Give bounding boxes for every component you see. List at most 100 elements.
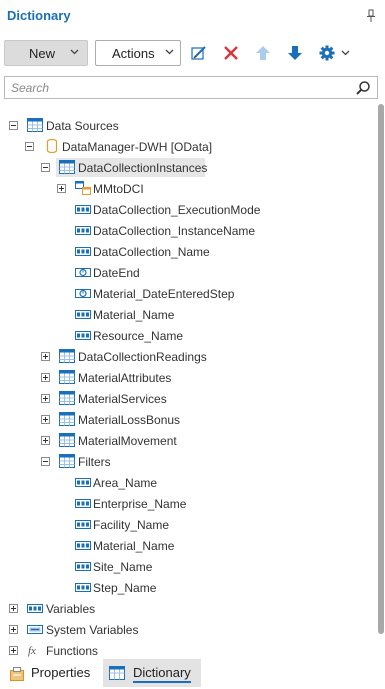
scrollbar-thumb[interactable] — [378, 104, 384, 634]
expand-toggle[interactable] — [41, 394, 50, 403]
tree-item-field[interactable]: DataCollection_Name — [0, 241, 372, 261]
tree-item-field[interactable]: Material_Name — [0, 304, 372, 324]
tree-item-label: Material_Name — [93, 308, 175, 322]
tab-properties-label: Properties — [31, 665, 91, 680]
actions-button[interactable]: Actions — [95, 40, 181, 66]
tab-properties[interactable]: Properties — [4, 659, 98, 687]
properties-icon — [10, 667, 24, 681]
tree-item-label: MaterialAttributes — [78, 371, 172, 385]
collapse-toggle[interactable] — [41, 457, 50, 466]
gear-icon[interactable] — [318, 44, 336, 62]
string-field-icon — [75, 541, 91, 550]
tree-item-label: Facility_Name — [93, 518, 170, 532]
datetime-field-icon — [75, 289, 91, 298]
string-field-icon — [75, 583, 91, 592]
tree-item-label: DataCollection_Name — [93, 245, 210, 259]
actions-button-label: Actions — [112, 46, 155, 61]
arrow-down-icon[interactable] — [286, 44, 304, 62]
tree-item-label: System Variables — [46, 623, 139, 637]
chevron-down-icon — [165, 49, 174, 55]
tree-item-material-attributes[interactable]: MaterialAttributes — [0, 367, 372, 387]
tree-scrollbar[interactable] — [377, 104, 385, 656]
tree-item-field[interactable]: Material_Name — [0, 535, 372, 555]
table-icon — [59, 370, 75, 384]
tree-item-label: MaterialLossBonus — [78, 413, 181, 427]
string-field-icon — [75, 478, 91, 487]
tree-item-label: Site_Name — [93, 560, 153, 574]
arrow-up-icon[interactable] — [254, 44, 272, 62]
delete-icon[interactable] — [222, 44, 240, 62]
table-icon — [59, 160, 75, 174]
tree-item-field[interactable]: Area_Name — [0, 472, 372, 492]
search-input[interactable] — [5, 77, 345, 98]
expand-toggle[interactable] — [41, 373, 50, 382]
function-icon: fx — [28, 645, 36, 657]
string-field-icon — [75, 562, 91, 571]
expand-toggle[interactable] — [9, 625, 18, 634]
expand-toggle[interactable] — [41, 415, 50, 424]
tree-item-label: Enterprise_Name — [93, 497, 187, 511]
tab-dictionary[interactable]: Dictionary — [103, 659, 201, 687]
new-button-label: New — [29, 46, 56, 61]
tree-item-mmtodci[interactable]: MMtoDCI — [0, 178, 372, 198]
tree-item-field[interactable]: Resource_Name — [0, 325, 372, 345]
tree-item-system-variables[interactable]: System Variables — [0, 619, 372, 639]
tree-item-label: MaterialServices — [78, 392, 167, 406]
table-icon — [59, 412, 75, 426]
tree-item-label: DataCollection_ExecutionMode — [93, 203, 261, 217]
pin-icon[interactable] — [366, 9, 376, 23]
tree-item-field[interactable]: Material_DateEnteredStep — [0, 283, 372, 303]
tree-item-field[interactable]: Step_Name — [0, 577, 372, 597]
relation-icon — [75, 181, 91, 195]
new-button[interactable]: New — [4, 40, 88, 66]
tree-item-material-movement[interactable]: MaterialMovement — [0, 430, 372, 450]
data-sources-icon — [27, 118, 43, 132]
collapse-toggle[interactable] — [41, 163, 50, 172]
expand-toggle[interactable] — [57, 184, 66, 193]
tree-item-label: MMtoDCI — [93, 182, 144, 196]
bottom-tabs: Properties Dictionary — [0, 657, 385, 689]
table-icon — [59, 391, 75, 405]
tree-item-field[interactable]: DateEnd — [0, 262, 372, 282]
collapse-toggle[interactable] — [25, 142, 34, 151]
expand-toggle[interactable] — [9, 604, 18, 613]
tree-item-label: DateEnd — [93, 266, 140, 280]
tree-item-field[interactable]: Site_Name — [0, 556, 372, 576]
search-icon[interactable] — [355, 80, 371, 96]
tree-item-label: DataCollectionReadings — [78, 350, 207, 364]
tree-item-data-sources[interactable]: Data Sources — [0, 115, 372, 135]
string-field-icon — [75, 331, 91, 340]
tree-item-material-services[interactable]: MaterialServices — [0, 388, 372, 408]
tree-item-label: Resource_Name — [93, 329, 184, 343]
tree-item-filters[interactable]: Filters — [0, 451, 372, 471]
expand-toggle[interactable] — [41, 352, 50, 361]
tree-item-field[interactable]: Enterprise_Name — [0, 493, 372, 513]
tree-item-label: MaterialMovement — [78, 434, 177, 448]
tree-item-data-collection-instances[interactable]: DataCollectionInstances — [0, 157, 372, 177]
string-field-icon — [75, 247, 91, 256]
tree-item-label: Variables — [46, 602, 96, 616]
collapse-toggle[interactable] — [9, 121, 18, 130]
dictionary-tree: Data Sources DataManager-DWH [OData] Dat… — [0, 112, 376, 658]
expand-toggle[interactable] — [9, 646, 18, 655]
tree-item-functions[interactable]: fx Functions — [0, 640, 372, 658]
panel-title: Dictionary — [7, 8, 71, 23]
tree-item-data-collection-readings[interactable]: DataCollectionReadings — [0, 346, 372, 366]
dictionary-icon — [109, 666, 125, 680]
chevron-down-icon[interactable] — [341, 50, 350, 56]
edit-icon[interactable] — [190, 44, 208, 62]
tree-item-label: DataManager-DWH [OData] — [62, 140, 213, 154]
string-field-icon — [75, 499, 91, 508]
tree-item-label: Step_Name — [93, 581, 157, 595]
chevron-down-icon — [70, 49, 79, 55]
tree-item-variables[interactable]: Variables — [0, 598, 372, 618]
tab-dictionary-label: Dictionary — [133, 665, 191, 683]
tree-item-data-manager-dwh[interactable]: DataManager-DWH [OData] — [0, 136, 372, 156]
tree-item-field[interactable]: DataCollection_InstanceName — [0, 220, 372, 240]
tree-item-material-loss-bonus[interactable]: MaterialLossBonus — [0, 409, 372, 429]
expand-toggle[interactable] — [41, 436, 50, 445]
panel-header: Dictionary — [0, 0, 385, 34]
datetime-field-icon — [75, 268, 91, 277]
tree-item-field[interactable]: DataCollection_ExecutionMode — [0, 199, 372, 219]
tree-item-field[interactable]: Facility_Name — [0, 514, 372, 534]
